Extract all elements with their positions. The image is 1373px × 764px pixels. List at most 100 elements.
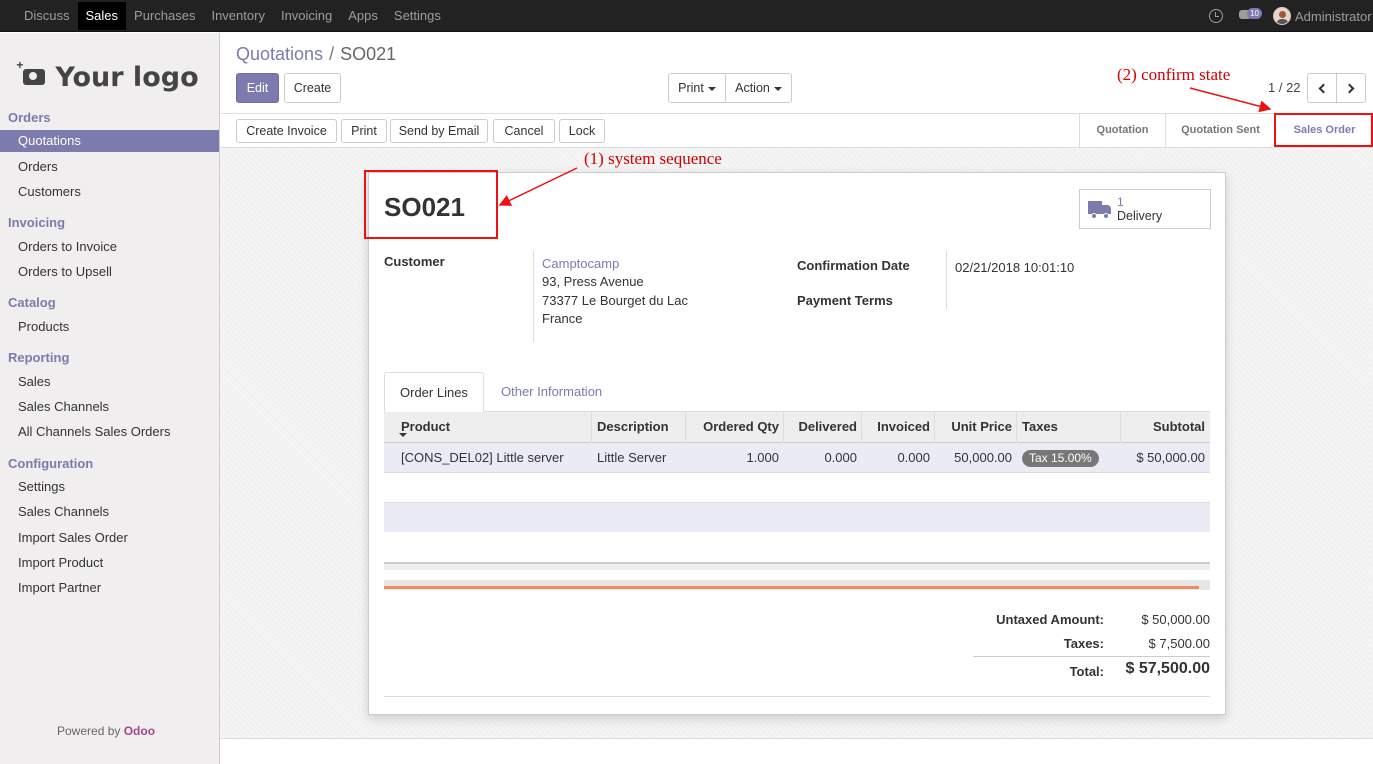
sidebar-item-products[interactable]: Products: [0, 316, 219, 338]
create-button[interactable]: Create: [284, 73, 341, 103]
tax-badge: Tax 15.00%: [1022, 450, 1099, 467]
delivery-smart-button[interactable]: 1 Delivery: [1079, 189, 1211, 229]
cancel-button[interactable]: Cancel: [493, 119, 555, 143]
total-value: $ 57,500.00: [1125, 660, 1210, 677]
sidebar-section-catalog: Catalog: [8, 295, 56, 310]
user-avatar[interactable]: [1273, 7, 1291, 25]
powered-by-brand[interactable]: Odoo: [124, 724, 155, 738]
cell-invoiced: 0.000: [897, 450, 930, 465]
menu-apps[interactable]: Apps: [340, 0, 386, 32]
sidebar-section-configuration: Configuration: [8, 456, 94, 471]
tab-other-information[interactable]: Other Information: [486, 372, 617, 412]
scrollbar-thumb[interactable]: [384, 586, 1199, 589]
menu-invoicing[interactable]: Invoicing: [273, 0, 340, 32]
column-invoiced[interactable]: Invoiced: [861, 412, 935, 443]
menu-discuss[interactable]: Discuss: [16, 0, 78, 32]
column-ordered-qty[interactable]: Ordered Qty: [685, 412, 784, 443]
table-row[interactable]: [CONS_DEL02] Little server Little Server…: [384, 443, 1210, 473]
logo-text: Your logo: [55, 61, 199, 93]
action-dropdown-label: Action: [735, 81, 770, 95]
chevron-left-icon: [1318, 83, 1329, 94]
taxes-value: $ 7,500.00: [1148, 636, 1210, 651]
activity-clock-icon[interactable]: [1209, 9, 1223, 23]
sidebar-item-import-product[interactable]: Import Product: [0, 552, 219, 574]
column-description[interactable]: Description: [591, 412, 686, 443]
breadcrumb: Quotations / SO021: [236, 44, 396, 65]
cell-product: [CONS_DEL02] Little server: [401, 450, 564, 465]
powered-by: Powered by Odoo: [57, 724, 155, 738]
truck-icon: [1088, 201, 1112, 219]
menu-purchases[interactable]: Purchases: [126, 0, 203, 32]
sidebar-item-orders-to-upsell[interactable]: Orders to Upsell: [0, 261, 219, 283]
sidebar-item-all-channels-sales-orders[interactable]: All Channels Sales Orders: [0, 421, 219, 443]
tab-order-lines[interactable]: Order Lines: [384, 372, 484, 412]
menu-sales[interactable]: Sales: [77, 2, 127, 30]
cell-subtotal: $ 50,000.00: [1136, 450, 1205, 465]
column-unit-price[interactable]: Unit Price: [934, 412, 1017, 443]
cell-unit-price: 50,000.00: [954, 450, 1012, 465]
menu-inventory[interactable]: Inventory: [203, 0, 272, 32]
sidebar-section-reporting: Reporting: [8, 350, 70, 365]
caret-down-icon: [773, 86, 782, 91]
print-button[interactable]: Print: [341, 119, 387, 143]
chatter-area: [220, 738, 1373, 764]
pager-next-button[interactable]: [1336, 73, 1366, 103]
breadcrumb-separator: /: [329, 44, 335, 64]
user-menu-name[interactable]: Administrator: [1295, 9, 1373, 24]
create-invoice-button[interactable]: Create Invoice: [236, 119, 337, 143]
sidebar-item-import-partner[interactable]: Import Partner: [0, 577, 219, 599]
edit-button[interactable]: Edit: [236, 73, 279, 103]
annotation-box-sales-order-stage: [1274, 113, 1373, 147]
sidebar-item-config-sales-channels[interactable]: Sales Channels: [0, 501, 219, 523]
annotation-box-record-name: [364, 170, 498, 239]
column-delivered[interactable]: Delivered: [783, 412, 862, 443]
field-divider: [946, 251, 947, 309]
pager-value[interactable]: 1 / 22: [1268, 80, 1301, 95]
confirmation-date-label: Confirmation Date: [797, 258, 910, 273]
sidebar-section-invoicing: Invoicing: [8, 215, 66, 230]
sidebar-item-customers[interactable]: Customers: [0, 181, 219, 203]
stage-quotation[interactable]: Quotation: [1079, 114, 1165, 147]
untaxed-amount-label: Untaxed Amount:: [996, 612, 1104, 627]
pager-previous-button[interactable]: [1307, 73, 1337, 103]
table-row-empty: [384, 502, 1210, 532]
stage-quotation-sent[interactable]: Quotation Sent: [1165, 114, 1275, 147]
customer-name-link[interactable]: Camptocamp: [542, 256, 619, 271]
untaxed-amount-value: $ 50,000.00: [1141, 612, 1210, 627]
sidebar-item-orders-to-invoice[interactable]: Orders to Invoice: [0, 236, 219, 258]
send-by-email-button[interactable]: Send by Email: [390, 119, 488, 143]
breadcrumb-quotations-link[interactable]: Quotations: [236, 44, 323, 64]
horizontal-scrollbar[interactable]: [384, 580, 1210, 590]
table-footer: [384, 562, 1210, 570]
sidebar-item-sales[interactable]: Sales: [0, 371, 219, 393]
sidebar-item-settings[interactable]: Settings: [0, 476, 219, 498]
messages-button[interactable]: 10: [1239, 8, 1263, 24]
customer-address-country: France: [542, 311, 583, 326]
sidebar-item-sales-channels[interactable]: Sales Channels: [0, 396, 219, 418]
top-navbar: Discuss Sales Purchases Inventory Invoic…: [0, 0, 1373, 32]
form-header: Create Invoice Print Send by Email Cance…: [220, 113, 1373, 148]
company-logo[interactable]: Your logo: [16, 51, 200, 103]
sidebar-item-import-sales-order[interactable]: Import Sales Order: [0, 527, 219, 549]
column-taxes[interactable]: Taxes: [1016, 412, 1121, 443]
column-product[interactable]: Product: [396, 412, 592, 443]
customer-address-city: 73377 Le Bourget du Lac: [542, 293, 689, 308]
annotation-system-sequence: (1) system sequence: [584, 149, 722, 168]
cell-taxes: Tax 15.00%: [1017, 443, 1104, 473]
sheet-bottom-divider: [384, 696, 1210, 697]
sidebar-item-quotations[interactable]: Quotations: [0, 130, 219, 152]
cell-delivered: 0.000: [824, 450, 857, 465]
customer-label: Customer: [384, 254, 445, 269]
lock-button[interactable]: Lock: [559, 119, 605, 143]
action-dropdown[interactable]: Action: [725, 73, 792, 103]
customer-address-street: 93, Press Avenue: [542, 274, 644, 289]
print-dropdown[interactable]: Print: [668, 73, 726, 103]
taxes-label: Taxes:: [1063, 636, 1104, 651]
delivery-label: Delivery: [1117, 209, 1163, 223]
messages-count-badge: 10: [1247, 8, 1262, 19]
sidebar-item-orders[interactable]: Orders: [0, 156, 219, 178]
powered-by-text: Powered by: [57, 724, 121, 738]
column-subtotal[interactable]: Subtotal: [1120, 412, 1210, 443]
menu-settings[interactable]: Settings: [386, 0, 449, 32]
field-divider: [533, 251, 534, 342]
